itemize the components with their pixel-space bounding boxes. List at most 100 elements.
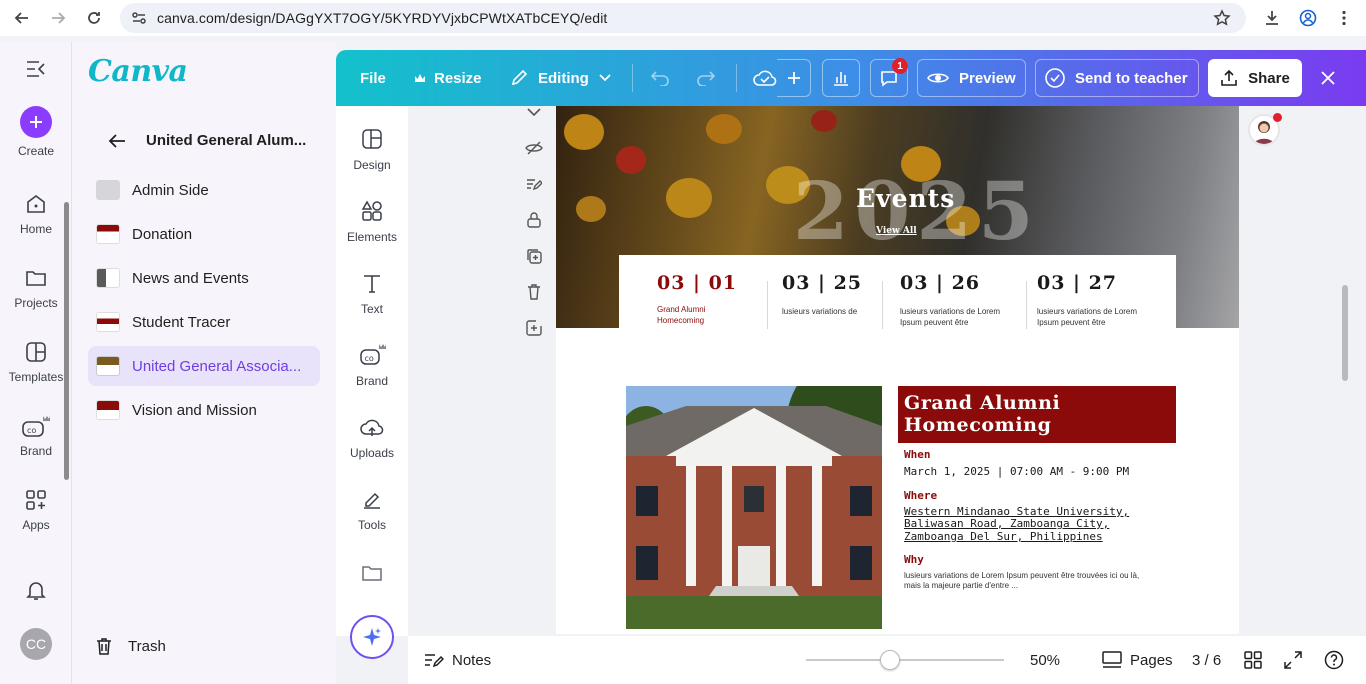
rail-create[interactable]: Create	[0, 106, 72, 158]
browser-menu-icon[interactable]	[1333, 7, 1355, 29]
dates-card[interactable]: 03 | 01 Grand Alumni Homecoming 03 | 25 …	[619, 255, 1176, 385]
tool-uploads[interactable]: Uploads	[336, 416, 408, 460]
profile-icon[interactable]	[1297, 7, 1319, 29]
insights-button[interactable]	[822, 59, 860, 97]
date-divider	[1026, 281, 1027, 329]
plus-icon	[20, 106, 52, 138]
where-label[interactable]: Where	[904, 489, 937, 502]
uploads-icon	[360, 419, 384, 436]
redo-icon[interactable]	[696, 50, 716, 106]
zoom-slider[interactable]	[806, 659, 1004, 661]
svg-text:co: co	[27, 426, 36, 435]
page-thumbnail	[96, 312, 120, 332]
page-item-united-general-association[interactable]: United General Associa...	[88, 346, 320, 386]
zoom-value: 50%	[1030, 651, 1061, 669]
why-label[interactable]: Why	[904, 553, 924, 566]
chevron-down-icon[interactable]	[520, 98, 548, 126]
rail-brand[interactable]: co Brand	[0, 414, 72, 458]
tool-elements[interactable]: Elements	[336, 200, 408, 244]
tool-projects[interactable]	[336, 562, 408, 584]
page-item-donation[interactable]: Donation	[88, 214, 320, 254]
page-item-student-tracer[interactable]: Student Tracer	[88, 302, 320, 342]
tool-tools[interactable]: Tools	[336, 488, 408, 532]
where-line-3[interactable]: Zamboanga Del Sur, Philippines	[904, 530, 1103, 544]
when-text[interactable]: March 1, 2025 | 07:00 AM - 9:00 PM	[904, 465, 1129, 479]
share-label: Share	[1248, 69, 1290, 87]
page-item-vision-and-mission[interactable]: Vision and Mission	[88, 390, 320, 430]
rail-home[interactable]: Home	[0, 192, 72, 236]
add-page-icon[interactable]	[520, 314, 548, 342]
trash-button[interactable]: Trash	[94, 636, 166, 656]
notes-icon	[425, 654, 444, 668]
address-bar[interactable]: canva.com/design/DAGgYXT7OGY/5KYRDYVjxbC…	[120, 3, 1246, 33]
building-photo[interactable]	[626, 386, 882, 629]
date-item[interactable]: 03 | 26 lusieurs variations de Lorem Ips…	[900, 272, 1010, 328]
rail-apps[interactable]: Apps	[0, 488, 72, 532]
hero-title[interactable]: Events	[856, 184, 955, 213]
resize-button[interactable]: Resize	[414, 50, 482, 106]
help-icon[interactable]	[1324, 636, 1344, 684]
canva-logo[interactable]: Canva	[88, 54, 188, 89]
tool-text[interactable]: Text	[336, 272, 408, 316]
send-to-teacher-button[interactable]: Send to teacher	[1035, 59, 1199, 97]
duplicate-icon[interactable]	[520, 242, 548, 270]
pencil-icon	[511, 69, 528, 86]
event-title-box[interactable]: Grand Alumni Homecoming	[898, 386, 1176, 443]
rail-scrollbar-thumb[interactable]	[64, 202, 69, 480]
sparkle-icon	[363, 628, 381, 646]
date-item[interactable]: 03 | 01 Grand Alumni Homecoming	[657, 272, 737, 326]
rail-scrollbar[interactable]	[63, 192, 70, 542]
delete-page-icon[interactable]	[520, 278, 548, 306]
reload-icon[interactable]	[83, 7, 105, 29]
fullscreen-icon[interactable]	[1284, 636, 1302, 684]
page-item-label: United General Associa...	[132, 357, 302, 375]
hide-page-icon[interactable]	[520, 134, 548, 162]
zoom-level[interactable]: 50%	[1030, 636, 1060, 684]
add-collaborator-button[interactable]	[777, 59, 811, 97]
user-avatar[interactable]: CC	[20, 628, 52, 660]
tool-design[interactable]: Design	[336, 128, 408, 172]
preview-button[interactable]: Preview	[917, 59, 1026, 97]
undo-icon[interactable]	[650, 50, 670, 106]
magic-assistant-button[interactable]	[350, 615, 394, 659]
design-canvas[interactable]: 2025 Events View All 03 | 01 Grand Alumn…	[556, 106, 1239, 634]
share-button[interactable]: Share	[1208, 59, 1302, 97]
page-item-news-and-events[interactable]: News and Events	[88, 258, 320, 298]
grid-view-icon[interactable]	[1244, 636, 1262, 684]
bookmark-star-icon[interactable]	[1211, 7, 1233, 29]
date-description: Grand Alumni Homecoming	[657, 305, 706, 325]
file-menu[interactable]: File	[360, 50, 386, 106]
tool-brand[interactable]: co Brand	[336, 342, 408, 388]
pages-button[interactable]: Pages	[1102, 636, 1173, 684]
where-line-2[interactable]: Baliwasan Road, Zamboanga City,	[904, 517, 1109, 531]
collapse-panel-icon[interactable]	[26, 60, 46, 78]
url-text: canva.com/design/DAGgYXT7OGY/5KYRDYVjxbC…	[157, 10, 608, 26]
lock-icon[interactable]	[520, 206, 548, 234]
date-item[interactable]: 03 | 25 lusieurs variations de	[782, 272, 902, 317]
view-all-link[interactable]: View All	[876, 226, 917, 236]
preview-label: Preview	[959, 69, 1016, 87]
rail-templates[interactable]: Templates	[0, 340, 72, 384]
rail-projects-label: Projects	[14, 296, 58, 310]
toolbar-separator	[632, 64, 633, 92]
canvas-scrollbar[interactable]	[1342, 285, 1348, 381]
download-icon[interactable]	[1261, 7, 1283, 29]
page-item-admin-side[interactable]: Admin Side	[88, 170, 320, 210]
rail-projects[interactable]: Projects	[0, 266, 72, 310]
back-arrow-icon[interactable]	[108, 133, 126, 149]
why-text[interactable]: lusieurs variations de Lorem Ipsum peuve…	[904, 571, 1144, 591]
date-item[interactable]: 03 | 27 lusieurs variations de Lorem Ips…	[1037, 272, 1147, 328]
cloud-saved-icon[interactable]	[753, 50, 777, 106]
date-number: 03 | 25	[782, 272, 863, 294]
notes-edit-icon[interactable]	[520, 170, 548, 198]
upload-icon	[1221, 69, 1237, 86]
forward-icon[interactable]	[47, 7, 69, 29]
back-icon[interactable]	[11, 7, 33, 29]
notifications-bell-icon[interactable]	[24, 578, 48, 602]
notes-button[interactable]: Notes	[424, 636, 491, 684]
when-label[interactable]: When	[904, 448, 931, 461]
crown-icon	[415, 74, 425, 82]
site-settings-icon[interactable]	[131, 10, 147, 26]
close-icon[interactable]	[1320, 50, 1336, 106]
zoom-slider-knob[interactable]	[880, 650, 900, 670]
